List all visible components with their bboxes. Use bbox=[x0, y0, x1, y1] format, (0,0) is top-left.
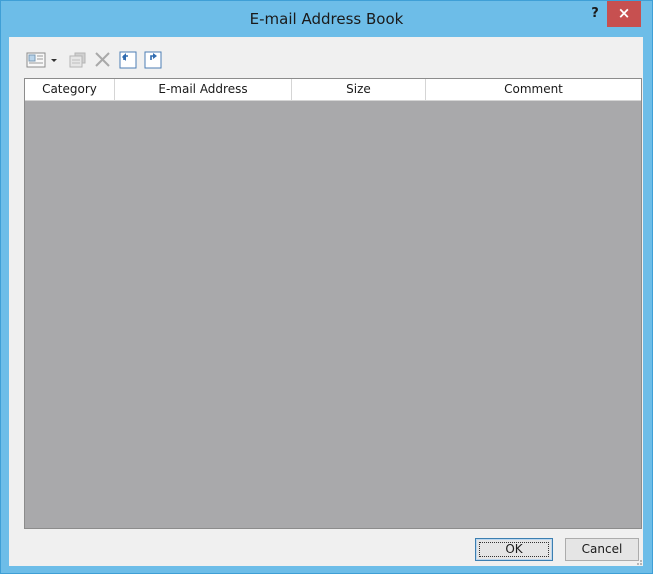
column-header-size[interactable]: Size bbox=[292, 79, 426, 100]
email-address-book-dialog: E-mail Address Book ? × Category E-mail … bbox=[0, 0, 653, 574]
properties-button[interactable] bbox=[67, 50, 89, 70]
import-button[interactable] bbox=[118, 50, 140, 70]
dropdown-arrow-icon bbox=[51, 59, 57, 62]
address-table[interactable]: Category E-mail Address Size Comment bbox=[24, 78, 642, 529]
table-header: Category E-mail Address Size Comment bbox=[25, 79, 641, 101]
column-header-comment[interactable]: Comment bbox=[426, 79, 641, 100]
window-title: E-mail Address Book bbox=[249, 10, 404, 28]
close-button[interactable]: × bbox=[607, 1, 641, 27]
address-book-view-icon bbox=[26, 52, 46, 68]
ok-button[interactable]: OK bbox=[475, 538, 553, 561]
delete-icon bbox=[95, 52, 110, 67]
toolbar bbox=[9, 37, 643, 77]
address-book-view-button[interactable] bbox=[26, 50, 48, 70]
delete-button[interactable] bbox=[92, 50, 114, 70]
column-header-category[interactable]: Category bbox=[25, 79, 115, 100]
resize-grip-icon[interactable] bbox=[635, 558, 643, 566]
export-icon bbox=[144, 51, 162, 69]
view-dropdown-button[interactable] bbox=[49, 50, 59, 70]
focus-rectangle bbox=[479, 542, 549, 557]
dialog-client-area: Category E-mail Address Size Comment OK … bbox=[9, 37, 643, 566]
column-header-email-address[interactable]: E-mail Address bbox=[115, 79, 292, 100]
import-icon bbox=[119, 51, 137, 69]
export-button[interactable] bbox=[143, 50, 165, 70]
cancel-button[interactable]: Cancel bbox=[565, 538, 639, 561]
properties-icon bbox=[69, 52, 86, 68]
help-button[interactable]: ? bbox=[584, 5, 606, 25]
title-bar[interactable]: E-mail Address Book ? × bbox=[1, 1, 652, 37]
